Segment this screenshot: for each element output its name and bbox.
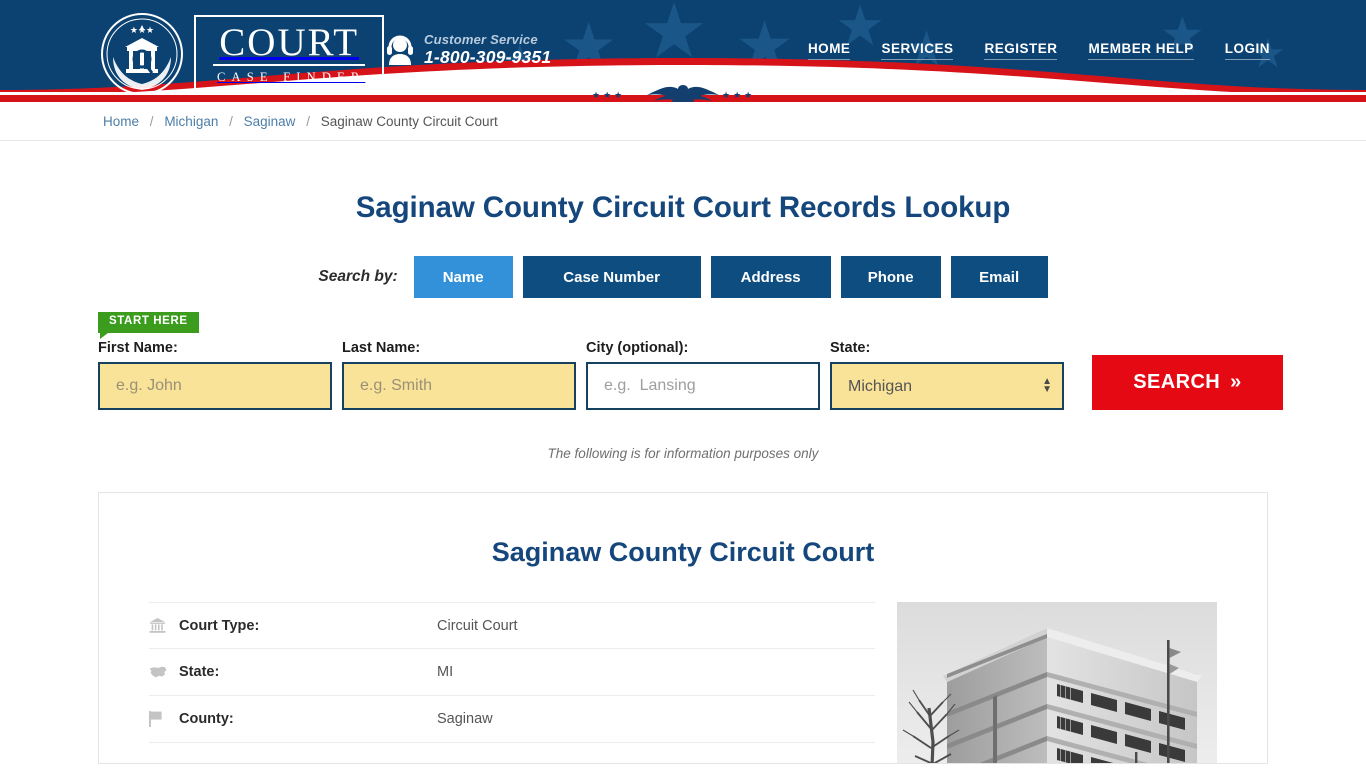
- first-name-label: First Name:: [98, 340, 178, 356]
- state-select[interactable]: Michigan: [830, 362, 1064, 410]
- breadcrumb-bar: Home / Michigan / Saginaw / Saginaw Coun…: [0, 102, 1366, 141]
- logo-text-box: COURT CASE FINDER: [194, 14, 385, 94]
- courthouse-bank-icon: [149, 617, 179, 634]
- svg-text:★★★: ★★★: [130, 26, 154, 36]
- search-button-label: SEARCH: [1133, 371, 1221, 393]
- court-info-card: Saginaw County Circuit Court Court Type:…: [98, 492, 1268, 764]
- breadcrumb-item-saginaw[interactable]: Saginaw: [244, 114, 296, 129]
- detail-label: Court Type:: [179, 617, 260, 634]
- first-name-field-group: First Name:: [98, 340, 332, 410]
- eagle-emblem-icon: [647, 85, 719, 102]
- city-field-group: City (optional):: [586, 340, 820, 410]
- tab-email[interactable]: Email: [950, 256, 1048, 298]
- search-by-label: Search by:: [318, 268, 398, 285]
- last-name-input[interactable]: [342, 362, 576, 410]
- breadcrumb-item-michigan[interactable]: Michigan: [164, 114, 218, 129]
- city-label: City (optional):: [586, 340, 689, 356]
- detail-value: MI: [437, 664, 454, 680]
- page-title: Saginaw County Circuit Court Records Loo…: [355, 191, 1011, 224]
- state-field-group: State: Michigan ▲ ▼: [830, 340, 1064, 410]
- tab-phone[interactable]: Phone: [840, 256, 941, 298]
- last-name-field-group: Last Name:: [342, 340, 576, 410]
- headset-support-icon: [387, 35, 413, 65]
- customer-service-phone[interactable]: 1-800-309-9351: [424, 47, 551, 66]
- us-map-icon: [149, 665, 179, 679]
- breadcrumb-item-current: Saginaw County Circuit Court: [320, 113, 498, 129]
- city-input[interactable]: [586, 362, 820, 410]
- detail-value: Saginaw: [437, 711, 493, 727]
- nav-item-register[interactable]: REGISTER: [984, 41, 1058, 60]
- main-content: Saginaw County Circuit Court Records Loo…: [0, 191, 1366, 764]
- banner-stars-right: ★★★: [722, 90, 756, 100]
- nav-item-home[interactable]: HOME: [807, 41, 851, 60]
- customer-service-block: Customer Service 1-800-309-9351: [386, 33, 551, 66]
- court-seal-icon: ★★★: [101, 13, 183, 95]
- court-name-title: Saginaw County Circuit Court: [491, 537, 875, 567]
- logo-subtitle: CASE FINDER: [217, 70, 366, 85]
- tab-case-number[interactable]: Case Number: [522, 256, 701, 298]
- first-name-input[interactable]: [98, 362, 332, 410]
- table-row: County: Saginaw: [149, 696, 875, 743]
- banner-stars-left: ★★★: [592, 90, 626, 100]
- start-here-badge: START HERE: [98, 312, 199, 338]
- table-row: State: MI: [149, 649, 875, 696]
- nav-item-services[interactable]: SERVICES: [881, 41, 954, 60]
- tab-address[interactable]: Address: [710, 256, 831, 298]
- customer-service-label: Customer Service: [424, 32, 538, 47]
- search-button[interactable]: SEARCH »: [1092, 355, 1283, 410]
- logo-title: COURT: [213, 23, 366, 67]
- breadcrumb-item-home[interactable]: Home: [103, 114, 139, 129]
- detail-label: County:: [179, 711, 234, 727]
- state-label: State:: [830, 340, 871, 356]
- breadcrumb: Home / Michigan / Saginaw / Saginaw Coun…: [103, 114, 498, 129]
- nav-item-member-help[interactable]: MEMBER HELP: [1088, 41, 1194, 60]
- site-logo[interactable]: ★★★ COURT CASE FINDER: [99, 11, 385, 97]
- site-header: ★ ★ ★ ★ ★ ★ ★ ★ ★★★ ★★★ ★★★: [0, 0, 1366, 102]
- double-chevron-right-icon: »: [1230, 371, 1242, 393]
- courthouse-photo: [897, 602, 1217, 763]
- nav-item-login[interactable]: LOGIN: [1224, 41, 1270, 60]
- breadcrumb-separator: /: [306, 113, 310, 129]
- search-by-tabs: Search by: Name Case Number Address Phon…: [0, 256, 1366, 298]
- tab-name[interactable]: Name: [413, 256, 513, 298]
- last-name-label: Last Name:: [342, 340, 421, 356]
- detail-value: Circuit Court: [437, 617, 518, 634]
- detail-label: State:: [179, 664, 220, 680]
- breadcrumb-separator: /: [149, 113, 154, 129]
- court-detail-list: Court Type: Circuit Court State: MI Coun…: [149, 602, 875, 763]
- disclaimer-text: The following is for information purpose…: [547, 446, 819, 461]
- table-row: Court Type: Circuit Court: [149, 602, 875, 649]
- breadcrumb-separator: /: [229, 113, 233, 129]
- main-navigation: HOME SERVICES REGISTER MEMBER HELP LOGIN: [807, 41, 1270, 60]
- search-form: START HERE First Name: Last Name: City (…: [0, 312, 1366, 412]
- flag-icon: [149, 711, 179, 727]
